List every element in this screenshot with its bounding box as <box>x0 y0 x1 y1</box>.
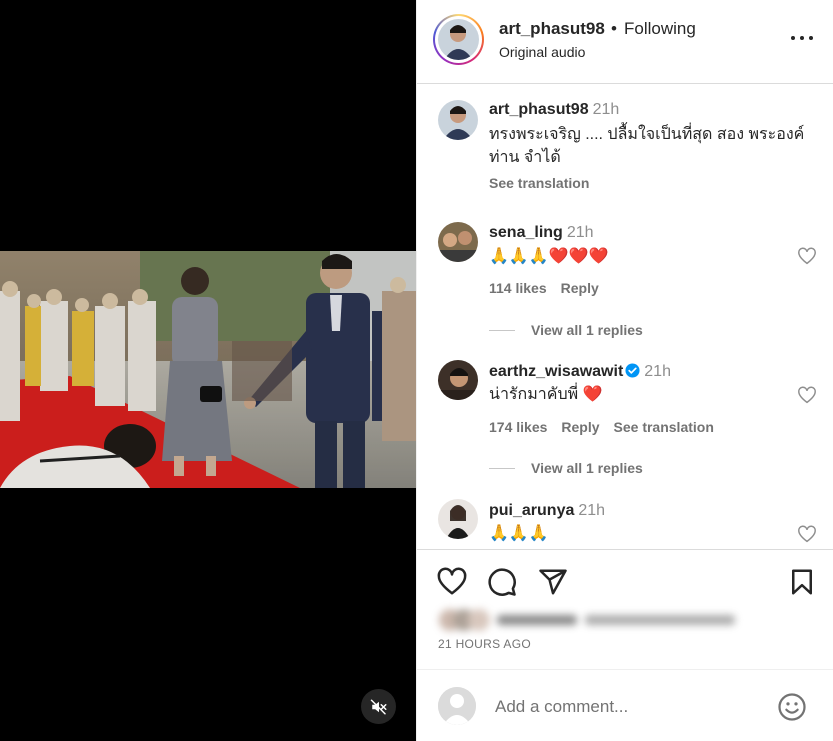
caption-avatar-image <box>438 100 478 140</box>
more-options-icon[interactable] <box>791 36 813 42</box>
default-avatar-image <box>438 687 476 725</box>
author-username[interactable]: art_phasut98 <box>499 19 605 39</box>
post-header: art_phasut98 • Following Original audio <box>417 0 833 84</box>
author-avatar-image <box>438 19 479 60</box>
heart-icon[interactable] <box>797 525 817 543</box>
emoji-icon[interactable] <box>777 692 807 722</box>
audio-label[interactable]: Original audio <box>499 44 585 60</box>
comment-bubble-icon[interactable] <box>487 567 517 597</box>
comment-avatar-image <box>438 499 478 539</box>
separator-dot: • <box>611 19 617 38</box>
comment-username[interactable]: earthz_wisawawit 21h <box>489 363 671 381</box>
comment-reply-button[interactable]: Reply <box>561 419 599 435</box>
comment-text: 🙏🙏🙏❤️❤️❤️ <box>489 248 609 265</box>
comment-text: น่ารักมาคับพี่ ❤️ <box>489 386 603 403</box>
media-pane <box>0 0 416 741</box>
heart-icon[interactable] <box>797 247 817 265</box>
liked-by-row[interactable] <box>437 607 737 633</box>
comment-avatar[interactable] <box>438 499 478 539</box>
comment-avatar[interactable] <box>438 360 478 400</box>
post-timestamp[interactable]: 21 HOURS AGO <box>438 637 531 651</box>
heart-icon[interactable] <box>437 567 467 597</box>
bookmark-icon[interactable] <box>787 567 817 597</box>
paper-plane-icon[interactable] <box>538 567 568 597</box>
comment-meta: 114 likes Reply <box>489 280 613 296</box>
caption-username[interactable]: art_phasut98 21h <box>489 101 619 119</box>
add-comment-input[interactable] <box>495 694 755 720</box>
video-frame[interactable] <box>0 251 416 488</box>
comment-meta: 174 likes Reply See translation <box>489 419 728 435</box>
comment-avatar-image <box>438 222 478 262</box>
comment-username[interactable]: pui_arunya 21h <box>489 502 605 520</box>
comment-see-translation[interactable]: See translation <box>614 419 714 435</box>
mute-button[interactable] <box>361 689 396 724</box>
author-avatar[interactable] <box>433 14 484 65</box>
caption-text: ทรงพระเจริญ .... ปลื้มใจเป็นที่สุด สอง พ… <box>489 126 805 166</box>
post-actions: 21 HOURS AGO <box>417 549 833 669</box>
liked-by-blurred-image <box>439 609 735 631</box>
caption-avatar[interactable] <box>438 100 478 140</box>
follow-status-button[interactable]: Following <box>624 19 696 39</box>
comment-avatar[interactable] <box>438 222 478 262</box>
comment-text: 🙏🙏🙏 <box>489 525 549 542</box>
comment-reply-button[interactable]: Reply <box>561 280 599 296</box>
comment-avatar-image <box>438 360 478 400</box>
caption-see-translation[interactable]: See translation <box>489 175 603 191</box>
comments-list[interactable]: art_phasut98 21h ทรงพระเจริญ .... ปลื้มใจ… <box>417 84 833 549</box>
speaker-muted-icon <box>370 699 386 714</box>
comment-likes[interactable]: 174 likes <box>489 419 547 435</box>
heart-icon[interactable] <box>797 386 817 404</box>
view-replies-button[interactable]: View all 1 replies <box>489 460 643 476</box>
current-user-avatar <box>438 687 476 725</box>
add-comment-bar <box>417 669 833 741</box>
comment-username[interactable]: sena_ling 21h <box>489 224 594 242</box>
verified-badge-icon <box>625 363 640 378</box>
view-replies-button[interactable]: View all 1 replies <box>489 322 643 338</box>
video-still-image <box>0 251 416 488</box>
caption-time: 21h <box>592 101 620 118</box>
post-side-panel: art_phasut98 • Following Original audio … <box>416 0 833 741</box>
comment-likes[interactable]: 114 likes <box>489 280 547 296</box>
